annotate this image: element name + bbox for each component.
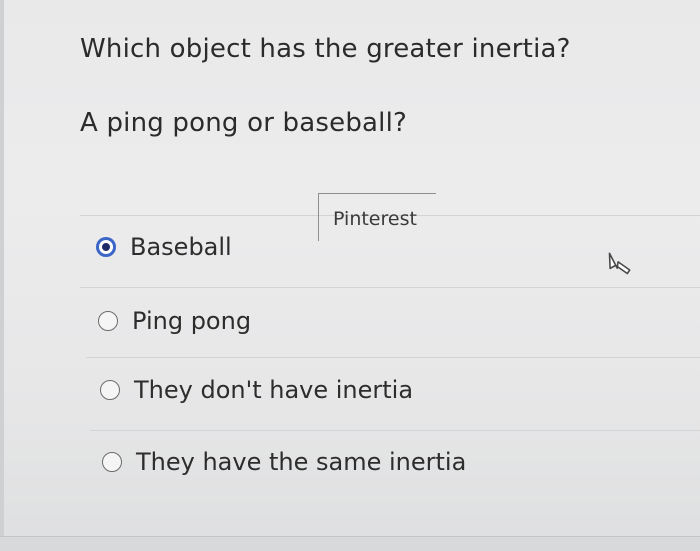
option-label: They have the same inertia (136, 448, 467, 476)
pinterest-label: Pinterest (333, 208, 417, 230)
option-label: Ping pong (132, 307, 252, 335)
option-no-inertia[interactable]: They don't have inertia (100, 376, 413, 404)
question-subtext: A ping pong or baseball? (80, 108, 408, 138)
hand-pointer-icon (608, 252, 631, 275)
option-ping-pong[interactable]: Ping pong (98, 307, 251, 335)
option-baseball[interactable]: Baseball (96, 233, 232, 261)
left-border (0, 0, 4, 550)
bottom-edge (0, 536, 700, 551)
option-label: They don't have inertia (134, 376, 414, 404)
option-divider (90, 430, 700, 431)
option-same-inertia[interactable]: They have the same inertia (102, 448, 466, 476)
option-label: Baseball (130, 233, 232, 261)
pinterest-save-button[interactable]: Pinterest (318, 193, 436, 241)
radio-selected-icon[interactable] (96, 237, 116, 257)
radio-icon[interactable] (100, 380, 120, 400)
option-divider (80, 287, 700, 288)
option-divider (86, 357, 700, 358)
radio-icon[interactable] (102, 452, 122, 472)
radio-icon[interactable] (98, 311, 118, 331)
question-text: Which object has the greater inertia? (80, 34, 571, 64)
